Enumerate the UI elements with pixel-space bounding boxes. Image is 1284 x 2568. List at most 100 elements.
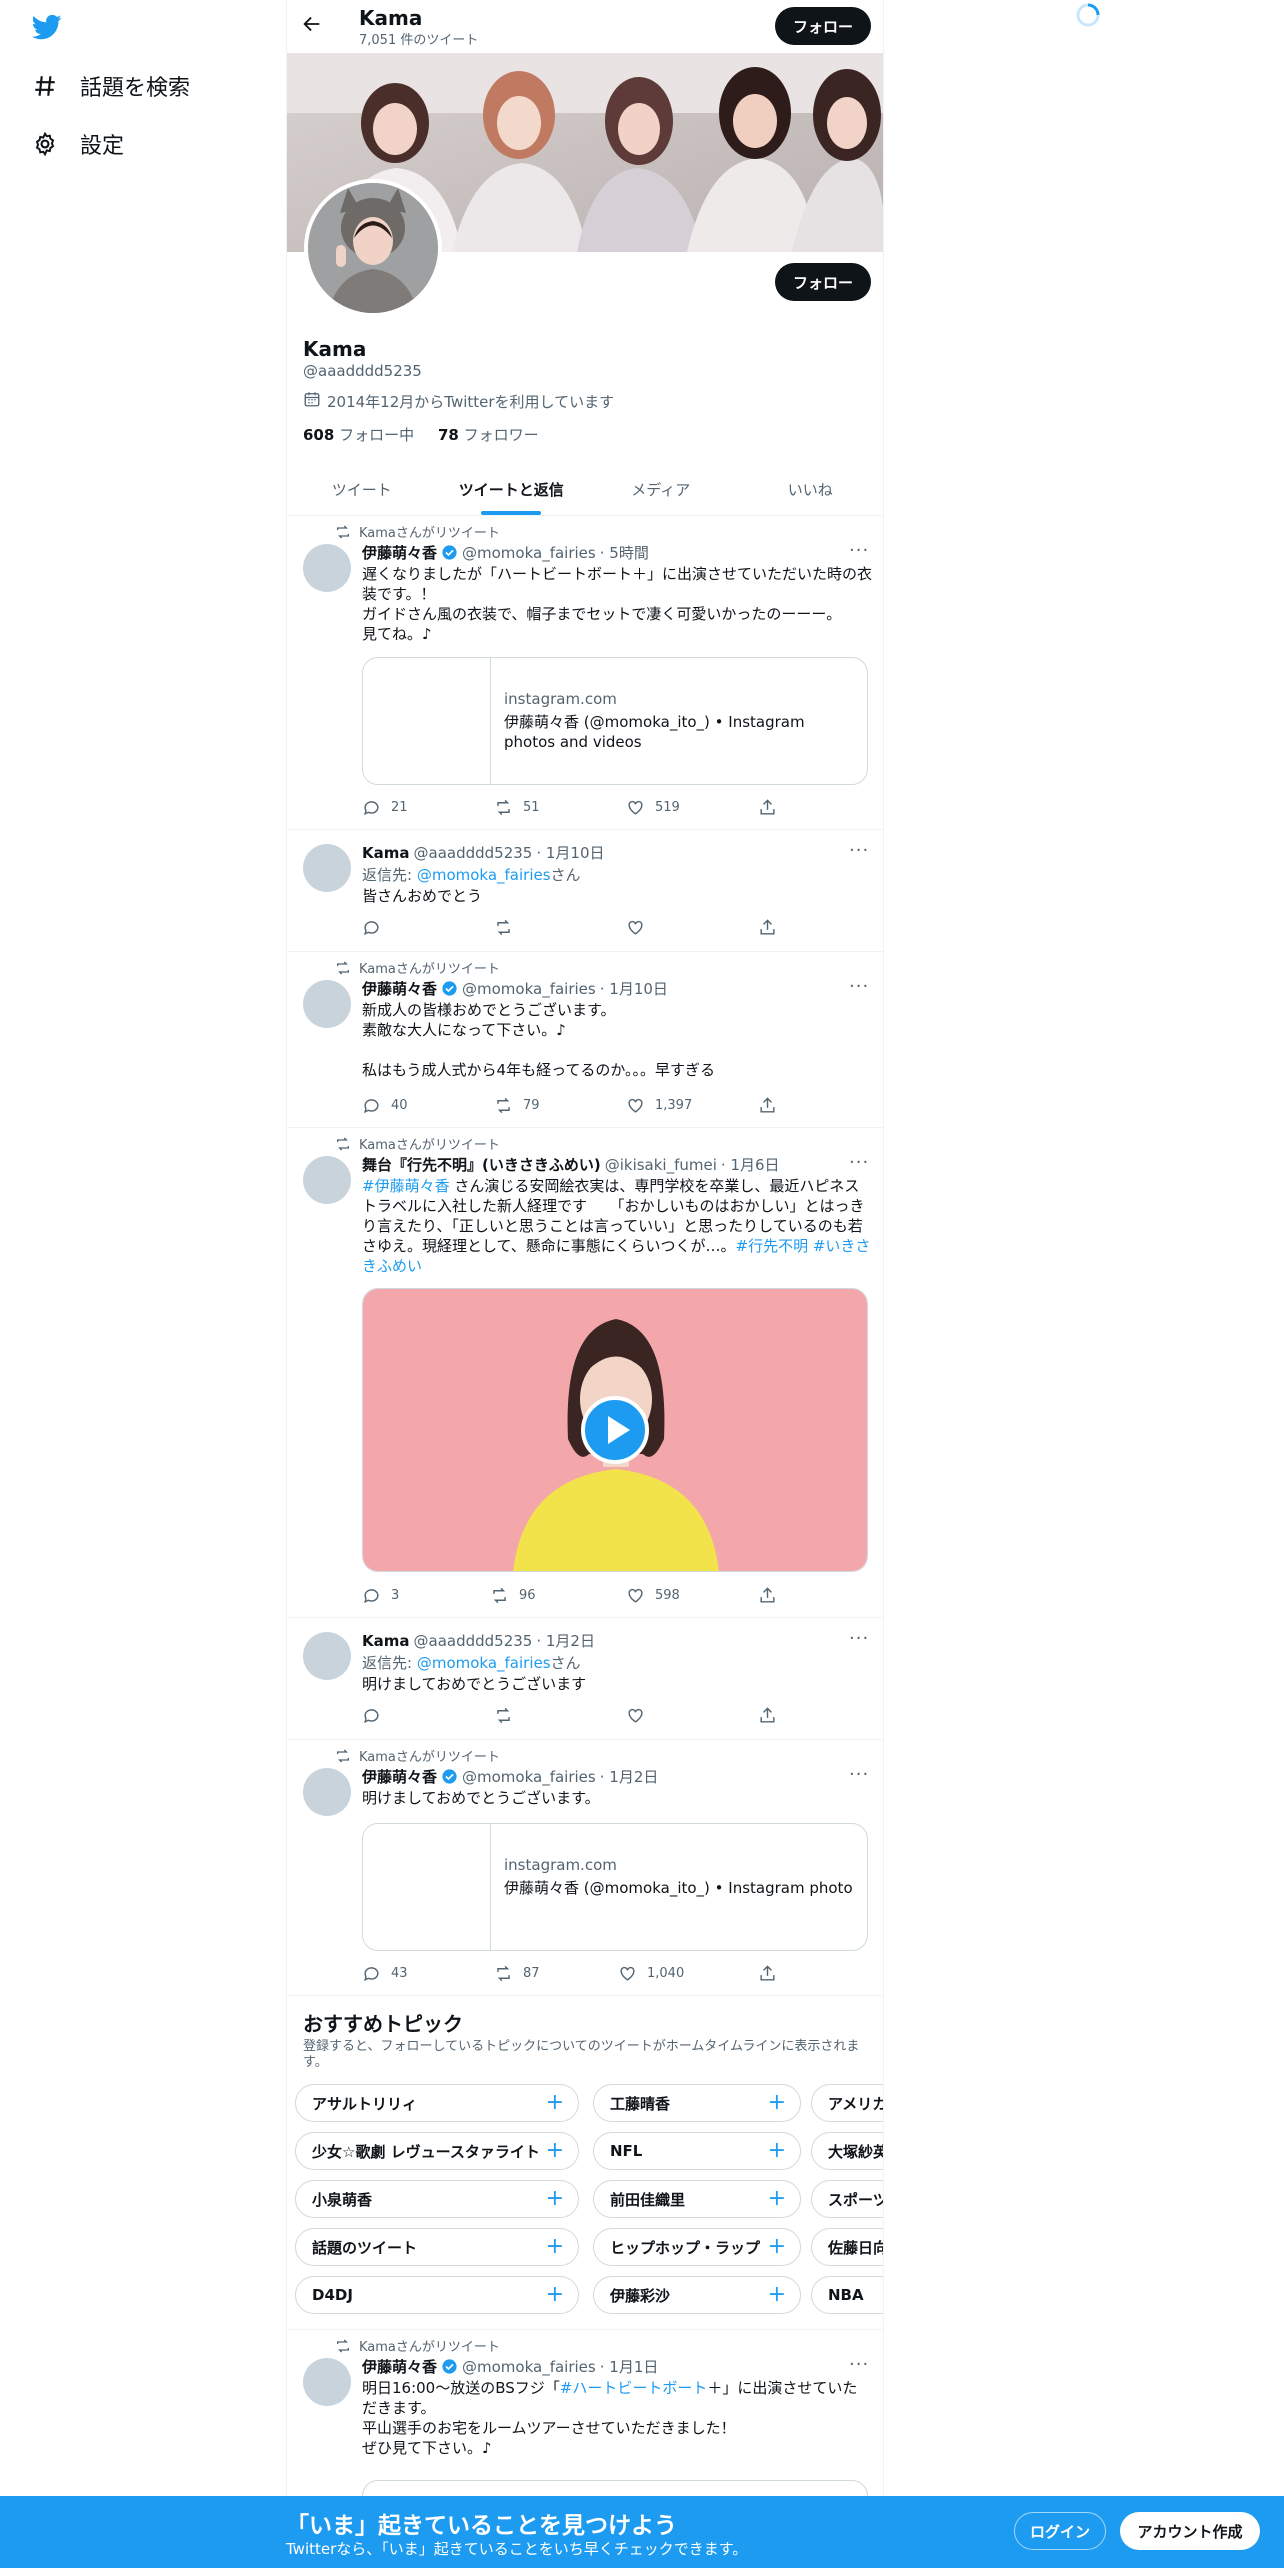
tweet-author-handle[interactable]: @ikisaki_fumei: [605, 1156, 717, 1174]
share-button[interactable]: [758, 1586, 777, 1605]
nav-explore[interactable]: 話題を検索: [30, 70, 190, 102]
tweet-author-name[interactable]: Kama: [362, 1632, 410, 1650]
topic-chip[interactable]: 前田佳織里 +: [593, 2180, 801, 2218]
tweet-time[interactable]: · 1月6日: [721, 1154, 780, 1175]
following-link[interactable]: 608 フォロー中: [303, 426, 414, 444]
reply-button[interactable]: [362, 918, 381, 937]
retweet-button[interactable]: 87: [494, 1964, 540, 1983]
plus-icon[interactable]: +: [546, 2140, 564, 2162]
login-button[interactable]: ログイン: [1014, 2512, 1106, 2550]
profile-avatar[interactable]: [304, 179, 442, 317]
tweet[interactable]: Kamaさんがリツイート 伊藤萌々香 @momoka_fairies · 1月1…: [287, 952, 883, 1128]
plus-icon[interactable]: +: [546, 2092, 564, 2114]
hashtag-link[interactable]: #伊藤萌々香: [362, 1177, 450, 1195]
more-options-icon[interactable]: ···: [849, 1766, 869, 1788]
topic-chip[interactable]: 工藤晴香 +: [593, 2084, 801, 2122]
avatar[interactable]: [303, 2358, 351, 2406]
retweet-button[interactable]: 79: [494, 1096, 540, 1115]
tweet-author-handle[interactable]: @momoka_fairies: [462, 2358, 596, 2376]
topic-chip[interactable]: ヒップホップ・ラップ +: [593, 2228, 801, 2266]
tweet-author-name[interactable]: Kama: [362, 844, 410, 862]
retweet-button[interactable]: 51: [494, 798, 540, 817]
retweet-button[interactable]: [494, 1706, 513, 1725]
avatar[interactable]: [303, 1632, 351, 1680]
more-options-icon[interactable]: ···: [849, 1154, 869, 1176]
reply-button[interactable]: [362, 1706, 381, 1725]
reply-button[interactable]: 3: [362, 1586, 399, 1605]
share-button[interactable]: [758, 1096, 777, 1115]
tab-tweets[interactable]: ツイート: [287, 464, 437, 515]
link-card[interactable]: instagram.com 伊藤萌々香 (@momoka_ito_) • Ins…: [362, 657, 868, 785]
like-button[interactable]: 598: [626, 1586, 680, 1605]
like-button[interactable]: 1,397: [626, 1096, 692, 1115]
video-player[interactable]: [362, 1288, 868, 1572]
tweet-author-handle[interactable]: @momoka_fairies: [462, 1768, 596, 1786]
header-follow-button[interactable]: フォロー: [775, 7, 871, 45]
tweet[interactable]: Kama @aaadddd5235 · 1月10日 ··· 返信先: @momo…: [287, 830, 883, 952]
reply-button[interactable]: 40: [362, 1096, 408, 1115]
more-options-icon[interactable]: ···: [849, 542, 869, 564]
avatar[interactable]: [303, 544, 351, 592]
tab-tweets-and-replies[interactable]: ツイートと返信: [437, 464, 587, 515]
back-arrow-icon[interactable]: [301, 13, 327, 39]
twitter-logo-icon[interactable]: [30, 12, 70, 44]
like-button[interactable]: [626, 1706, 645, 1725]
retweet-button[interactable]: [494, 918, 513, 937]
topic-chip[interactable]: アメリカ: [811, 2084, 883, 2122]
hashtag-link[interactable]: #ハートビートボート: [560, 2379, 708, 2397]
plus-icon[interactable]: +: [546, 2284, 564, 2306]
like-button[interactable]: 519: [626, 798, 680, 817]
more-options-icon[interactable]: ···: [849, 2356, 869, 2378]
avatar[interactable]: [303, 980, 351, 1028]
tweet-author-handle[interactable]: @momoka_fairies: [462, 980, 596, 998]
tweet-time[interactable]: · 1月10日: [536, 842, 604, 863]
topic-chip[interactable]: 少女☆歌劇 レヴュースタァライト +: [295, 2132, 579, 2170]
tweet-time[interactable]: · 1月1日: [600, 2356, 659, 2377]
like-button[interactable]: 1,040: [618, 1964, 684, 1983]
followers-link[interactable]: 78 フォロワー: [438, 426, 539, 444]
tweet-time[interactable]: · 1月2日: [536, 1630, 595, 1651]
topic-chip[interactable]: 小泉萌香 +: [295, 2180, 579, 2218]
plus-icon[interactable]: +: [768, 2140, 786, 2162]
like-button[interactable]: [626, 918, 645, 937]
plus-icon[interactable]: +: [768, 2092, 786, 2114]
share-button[interactable]: [758, 798, 777, 817]
tweet-author-name[interactable]: 伊藤萌々香: [362, 1766, 437, 1787]
plus-icon[interactable]: +: [546, 2188, 564, 2210]
more-options-icon[interactable]: ···: [849, 1630, 869, 1652]
tweet-author-handle[interactable]: @aaadddd5235: [414, 844, 533, 862]
tweet-author-handle[interactable]: @momoka_fairies: [462, 544, 596, 562]
tweet[interactable]: Kamaさんがリツイート 伊藤萌々香 @momoka_fairies · 5時間…: [287, 516, 883, 830]
topic-chip[interactable]: NFL +: [593, 2132, 801, 2170]
tweet[interactable]: Kama @aaadddd5235 · 1月2日 ··· 返信先: @momok…: [287, 1618, 883, 1740]
plus-icon[interactable]: +: [546, 2236, 564, 2258]
link-card[interactable]: instagram.com 伊藤萌々香 (@momoka_ito_) • Ins…: [362, 1823, 868, 1951]
profile-follow-button[interactable]: フォロー: [775, 263, 871, 301]
tweet-time[interactable]: · 1月10日: [600, 978, 668, 999]
reply-button[interactable]: 21: [362, 798, 408, 817]
signup-button[interactable]: アカウント作成: [1120, 2512, 1260, 2550]
tweet-author-name[interactable]: 舞台『行先不明』(いきさきふめい): [362, 1154, 601, 1175]
topic-chip[interactable]: 佐藤日向: [811, 2228, 883, 2266]
more-options-icon[interactable]: ···: [849, 978, 869, 1000]
plus-icon[interactable]: +: [768, 2284, 786, 2306]
topic-chip[interactable]: 大塚紗英: [811, 2132, 883, 2170]
plus-icon[interactable]: +: [768, 2236, 786, 2258]
share-button[interactable]: [758, 918, 777, 937]
plus-icon[interactable]: +: [768, 2188, 786, 2210]
avatar[interactable]: [303, 1768, 351, 1816]
topic-chip[interactable]: NBA: [811, 2276, 883, 2314]
reply-to-user-link[interactable]: @momoka_fairies: [417, 1654, 551, 1672]
more-options-icon[interactable]: ···: [849, 842, 869, 864]
tweet-author-name[interactable]: 伊藤萌々香: [362, 542, 437, 563]
retweet-button[interactable]: 96: [490, 1586, 536, 1605]
topic-chip[interactable]: スポーツ: [811, 2180, 883, 2218]
tweet-time[interactable]: · 1月2日: [600, 1766, 659, 1787]
topic-chip[interactable]: 話題のツイート +: [295, 2228, 579, 2266]
topic-chip[interactable]: アサルトリリィ +: [295, 2084, 579, 2122]
tweet-author-handle[interactable]: @aaadddd5235: [414, 1632, 533, 1650]
avatar[interactable]: [303, 844, 351, 892]
reply-to-user-link[interactable]: @momoka_fairies: [417, 866, 551, 884]
nav-settings[interactable]: 設定: [30, 128, 124, 160]
tweet[interactable]: Kamaさんがリツイート 舞台『行先不明』(いきさきふめい) @ikisaki_…: [287, 1128, 883, 1618]
